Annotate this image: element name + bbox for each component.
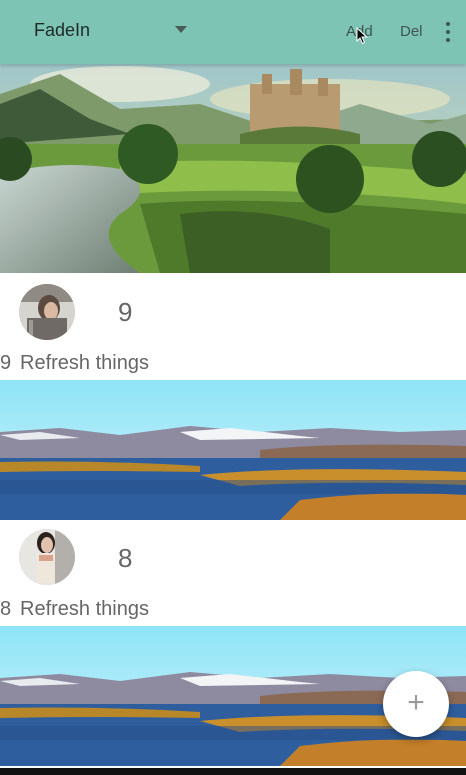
bottom-edge [0,768,466,775]
mouse-cursor-icon [356,27,368,45]
lake-landscape-image [0,380,466,520]
add-icon: + [407,686,425,719]
item-number: 8 [118,543,133,573]
list-item-text: 9 Refresh things [0,352,149,375]
del-button[interactable]: Del [400,23,423,40]
item-label: Refresh things [20,352,149,374]
avatar [19,284,75,340]
more-vert-icon[interactable] [441,20,455,44]
item-label: Refresh things [20,598,149,620]
item-index: 8 [0,598,12,620]
animation-spinner[interactable]: FadeIn [34,20,90,41]
list-item-text: 8 Refresh things [0,598,149,621]
add-fab-button[interactable]: + [383,671,449,737]
dropdown-arrow-icon[interactable] [175,26,187,33]
avatar [19,529,75,585]
item-index: 9 [0,352,12,374]
castle-landscape-image [0,64,466,273]
item-number: 9 [118,297,133,327]
toolbar: FadeIn Add Del [0,0,466,64]
